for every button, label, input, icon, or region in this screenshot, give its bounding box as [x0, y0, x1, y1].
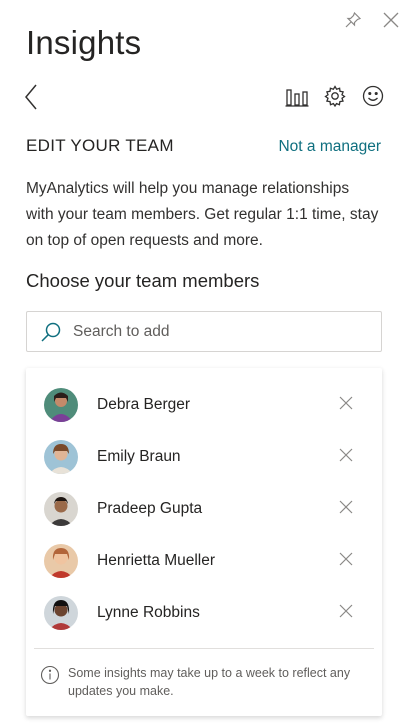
chevron-left-icon	[20, 84, 46, 116]
nav-icons	[285, 84, 385, 108]
member-name: Debra Berger	[97, 396, 191, 413]
list-item: Emily Braun	[26, 431, 382, 483]
remove-button[interactable]	[338, 552, 354, 571]
close-icon	[339, 604, 353, 623]
search-box[interactable]	[26, 311, 382, 352]
team-heading: Choose your team members	[26, 270, 260, 291]
gear-icon[interactable]	[323, 84, 347, 108]
list-item: Henrietta Mueller	[26, 535, 382, 587]
close-icon	[339, 500, 353, 519]
info-icon	[40, 665, 60, 685]
section-title: EDIT YOUR TEAM	[26, 136, 174, 155]
search-icon	[39, 320, 63, 344]
info-note-text: Some insights may take up to a week to r…	[68, 666, 351, 698]
avatar	[44, 544, 78, 578]
bar-chart-icon[interactable]	[285, 84, 309, 108]
pin-icon[interactable]	[343, 10, 363, 30]
team-members-card: Debra Berger Emily Braun Pradeep Gupta H…	[26, 368, 382, 716]
member-name: Lynne Robbins	[97, 604, 200, 621]
list-item: Debra Berger	[26, 379, 382, 431]
remove-button[interactable]	[338, 500, 354, 519]
avatar	[44, 596, 78, 630]
close-icon	[339, 448, 353, 467]
section-description: MyAnalytics will help you manage relatio…	[26, 180, 379, 249]
avatar	[44, 440, 78, 474]
close-icon	[339, 552, 353, 571]
list-item: Pradeep Gupta	[26, 483, 382, 535]
divider	[34, 648, 374, 649]
member-name: Henrietta Mueller	[97, 552, 216, 569]
smiley-icon[interactable]	[361, 84, 385, 108]
avatar	[44, 388, 78, 422]
avatar	[44, 492, 78, 526]
not-a-manager-link[interactable]: Not a manager	[278, 138, 381, 156]
window-controls	[343, 10, 401, 30]
close-icon	[339, 396, 353, 415]
remove-button[interactable]	[338, 604, 354, 623]
info-note: Some insights may take up to a week to r…	[40, 664, 368, 700]
list-item: Lynne Robbins	[26, 587, 382, 639]
remove-button[interactable]	[338, 396, 354, 415]
member-name: Pradeep Gupta	[97, 500, 203, 517]
page-title: Insights	[26, 24, 142, 61]
back-button[interactable]	[20, 82, 46, 112]
navigation-row	[0, 82, 409, 112]
remove-button[interactable]	[338, 448, 354, 467]
section-header: EDIT YOUR TEAM Not a manager	[26, 136, 381, 156]
member-name: Emily Braun	[97, 448, 181, 465]
close-icon[interactable]	[381, 10, 401, 30]
search-input[interactable]	[73, 322, 353, 341]
